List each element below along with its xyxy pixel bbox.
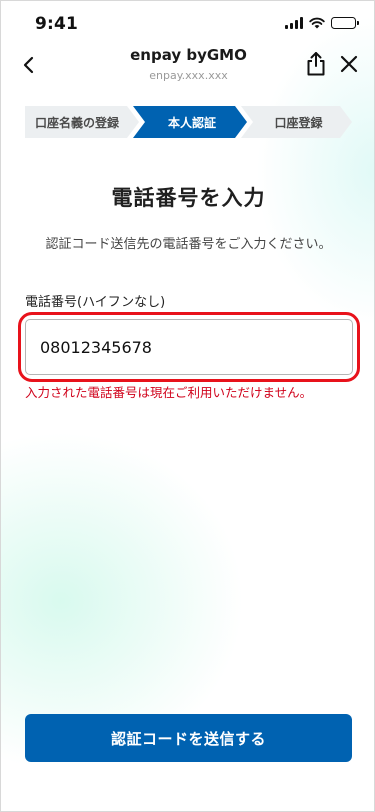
battery-icon <box>331 17 359 29</box>
page-description: 認証コード送信先の電話番号をご入力ください。 <box>45 237 332 252</box>
phone-field-label: 電話番号(ハイフンなし) <box>25 295 166 310</box>
progress-stepper: 口座名義の登録 本人認証 口座登録 <box>25 106 352 138</box>
send-verification-code-button[interactable]: 認証コードを送信する <box>25 714 352 762</box>
status-time: 9:41 <box>35 14 79 34</box>
error-message: 入力された電話番号は現在ご利用いただけません。 <box>25 385 313 400</box>
page-title: 電話番号を入力 <box>111 186 266 210</box>
phone-input[interactable] <box>25 319 353 375</box>
step-account-registration: 口座登録 <box>241 106 352 138</box>
step-label: 口座登録 <box>274 115 323 130</box>
step-label: 本人認証 <box>167 115 216 130</box>
cellular-signal-icon <box>285 17 303 29</box>
close-icon[interactable] <box>338 53 360 75</box>
status-bar: 9:41 <box>1 1 374 45</box>
phone-verification-screen: 9:41 enpay byGMO enpay.xxx.xxx 口座名義の登録 本… <box>0 0 375 812</box>
status-icons <box>285 17 359 29</box>
step-label: 口座名義の登録 <box>34 115 119 130</box>
step-identity-verification: 本人認証 <box>133 106 247 138</box>
phone-input-highlight <box>18 312 360 382</box>
wifi-icon <box>309 17 325 29</box>
step-account-holder-registration: 口座名義の登録 <box>25 106 139 138</box>
share-icon[interactable] <box>304 51 328 77</box>
header: enpay byGMO enpay.xxx.xxx <box>1 45 374 89</box>
